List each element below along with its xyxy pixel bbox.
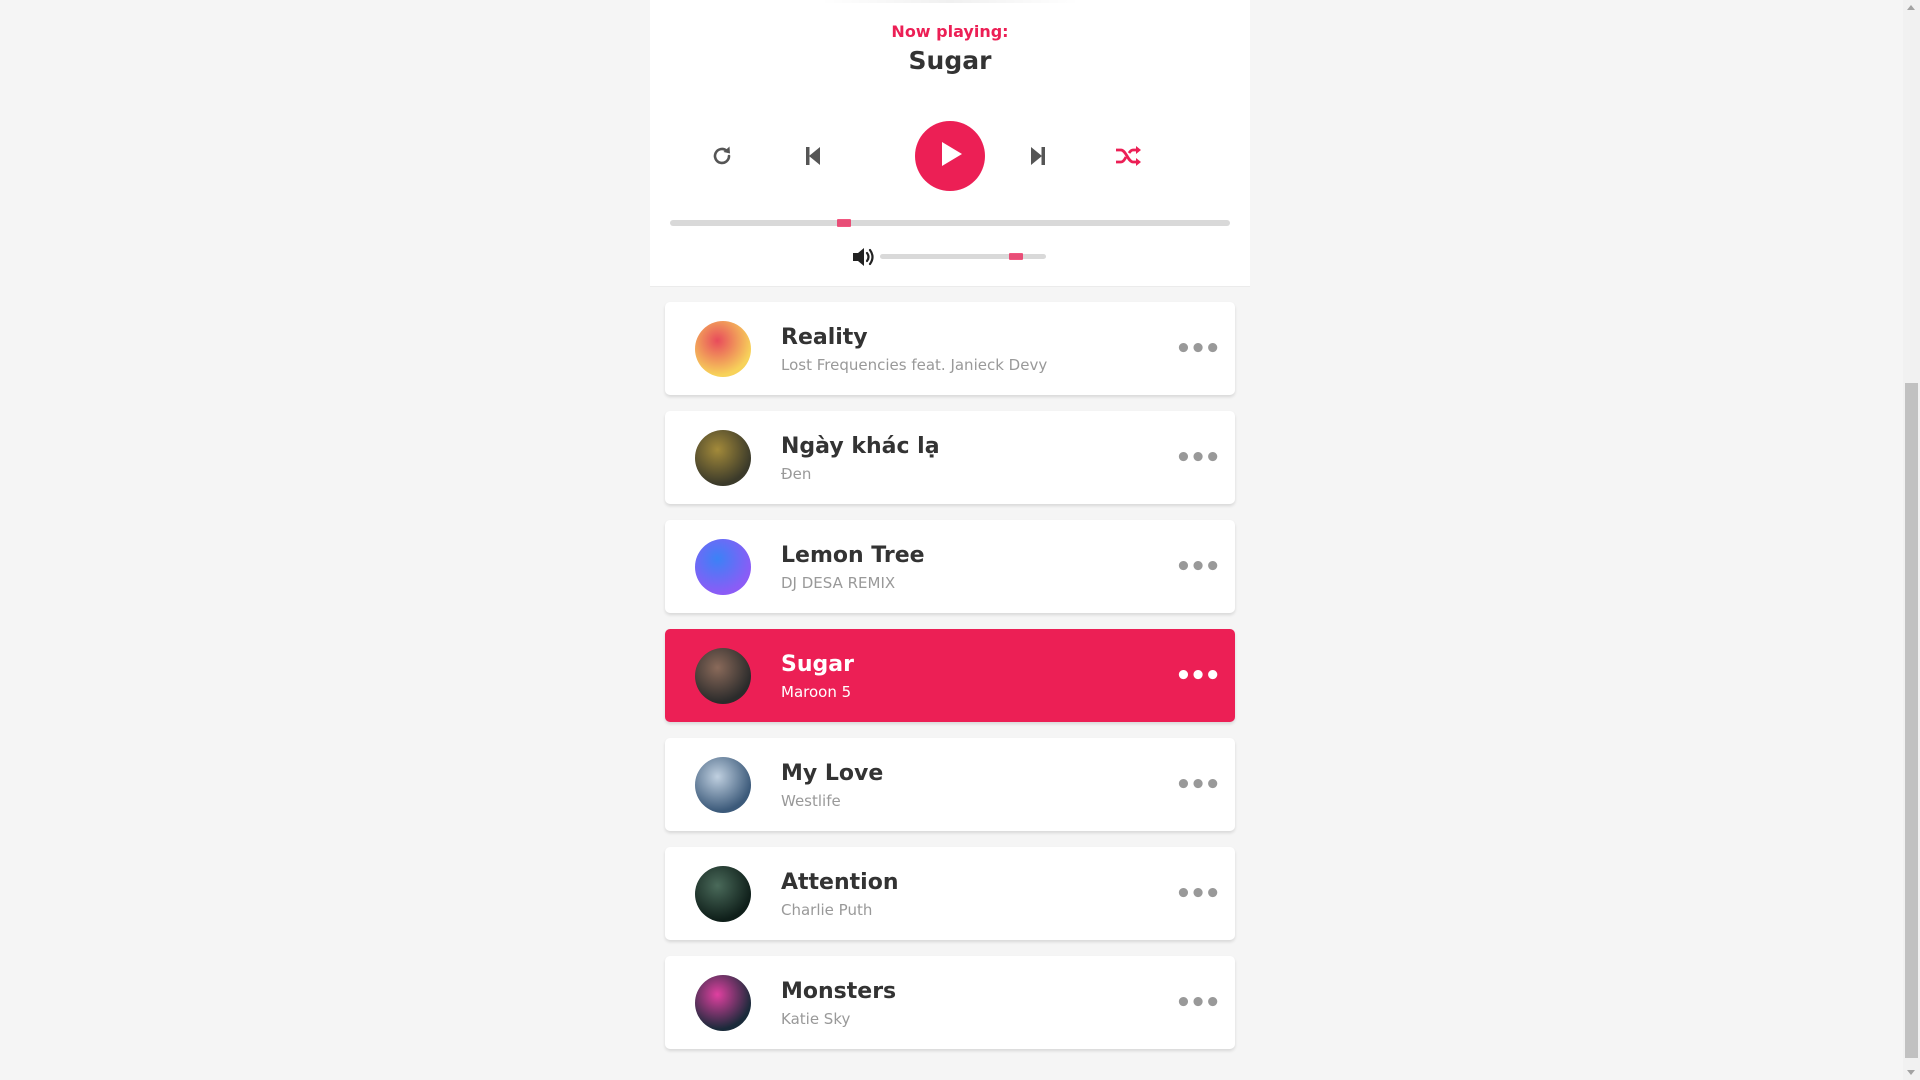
song-body: Sugar Maroon 5 [781, 651, 1177, 701]
scroll-down-arrow-icon[interactable] [1907, 1070, 1915, 1075]
more-options-icon[interactable]: ••• [1175, 874, 1221, 914]
song-body: My Love Westlife [781, 760, 1177, 810]
album-art [695, 647, 751, 704]
album-art [695, 320, 751, 377]
song-singer: Đen [781, 464, 812, 483]
progress-bar[interactable] [670, 219, 1230, 227]
song-title: Reality [781, 324, 868, 350]
song-item[interactable]: Lemon Tree DJ DESA REMIX ••• [665, 520, 1235, 613]
skip-forward-icon [1029, 146, 1047, 166]
playlist: Reality Lost Frequencies feat. Janieck De… [665, 302, 1235, 1065]
song-singer: Katie Sky [781, 1009, 851, 1028]
song-singer: Maroon 5 [781, 682, 852, 701]
album-art [695, 429, 751, 486]
album-art [695, 865, 751, 922]
more-options-icon[interactable]: ••• [1175, 983, 1221, 1023]
more-options-icon[interactable]: ••• [1175, 656, 1221, 696]
prev-button[interactable] [793, 136, 833, 176]
shuffle-icon [1115, 145, 1141, 167]
song-item[interactable]: Attention Charlie Puth ••• [665, 847, 1235, 940]
song-title: Monsters [781, 978, 897, 1004]
song-title: Ngày khác lạ [781, 433, 940, 459]
song-body: Lemon Tree DJ DESA REMIX [781, 542, 1177, 592]
next-button[interactable] [1018, 136, 1058, 176]
volume-icon[interactable] [851, 246, 877, 268]
scrollbar-thumb[interactable] [1905, 383, 1918, 1058]
song-body: Ngày khác lạ Đen [781, 433, 1177, 483]
more-options-icon[interactable]: ••• [1175, 765, 1221, 805]
song-item[interactable]: Monsters Katie Sky ••• [665, 956, 1235, 1049]
more-options-icon[interactable]: ••• [1175, 329, 1221, 369]
song-singer: DJ DESA REMIX [781, 573, 896, 592]
song-title: Sugar [781, 651, 854, 677]
scrollbar[interactable] [1903, 0, 1920, 1080]
repeat-button[interactable] [702, 136, 742, 176]
song-item[interactable]: My Love Westlife ••• [665, 738, 1235, 831]
song-singer: Westlife [781, 791, 841, 810]
now-playing-label: Now playing: [891, 22, 1009, 41]
song-body: Reality Lost Frequencies feat. Janieck De… [781, 324, 1177, 374]
album-art [695, 974, 751, 1031]
album-art [695, 756, 751, 813]
song-title: My Love [781, 760, 884, 786]
song-body: Attention Charlie Puth [781, 869, 1177, 919]
repeat-icon [710, 144, 734, 168]
song-item[interactable]: Sugar Maroon 5 ••• [665, 629, 1235, 722]
song-singer: Lost Frequencies feat. Janieck Devy [781, 355, 1048, 374]
more-options-icon[interactable]: ••• [1175, 438, 1221, 478]
song-title: Attention [781, 869, 899, 895]
song-singer: Charlie Puth [781, 900, 873, 919]
song-title: Lemon Tree [781, 542, 925, 568]
player-header: Now playing: Sugar [650, 0, 1250, 287]
scroll-up-arrow-icon[interactable] [1907, 5, 1915, 10]
cd-shadow [820, 0, 1080, 3]
play-button[interactable] [915, 121, 985, 191]
song-item[interactable]: Reality Lost Frequencies feat. Janieck De… [665, 302, 1235, 395]
song-item[interactable]: Ngày khác lạ Đen ••• [665, 411, 1235, 504]
volume-thumb[interactable] [1009, 253, 1024, 260]
more-options-icon[interactable]: ••• [1175, 547, 1221, 587]
play-icon [935, 139, 965, 173]
album-art [695, 538, 751, 595]
current-song-title: Sugar [908, 46, 992, 75]
progress-thumb[interactable] [836, 219, 851, 227]
song-body: Monsters Katie Sky [781, 978, 1177, 1028]
shuffle-button[interactable] [1108, 136, 1148, 176]
volume-slider[interactable] [880, 253, 1046, 260]
skip-back-icon [804, 146, 822, 166]
